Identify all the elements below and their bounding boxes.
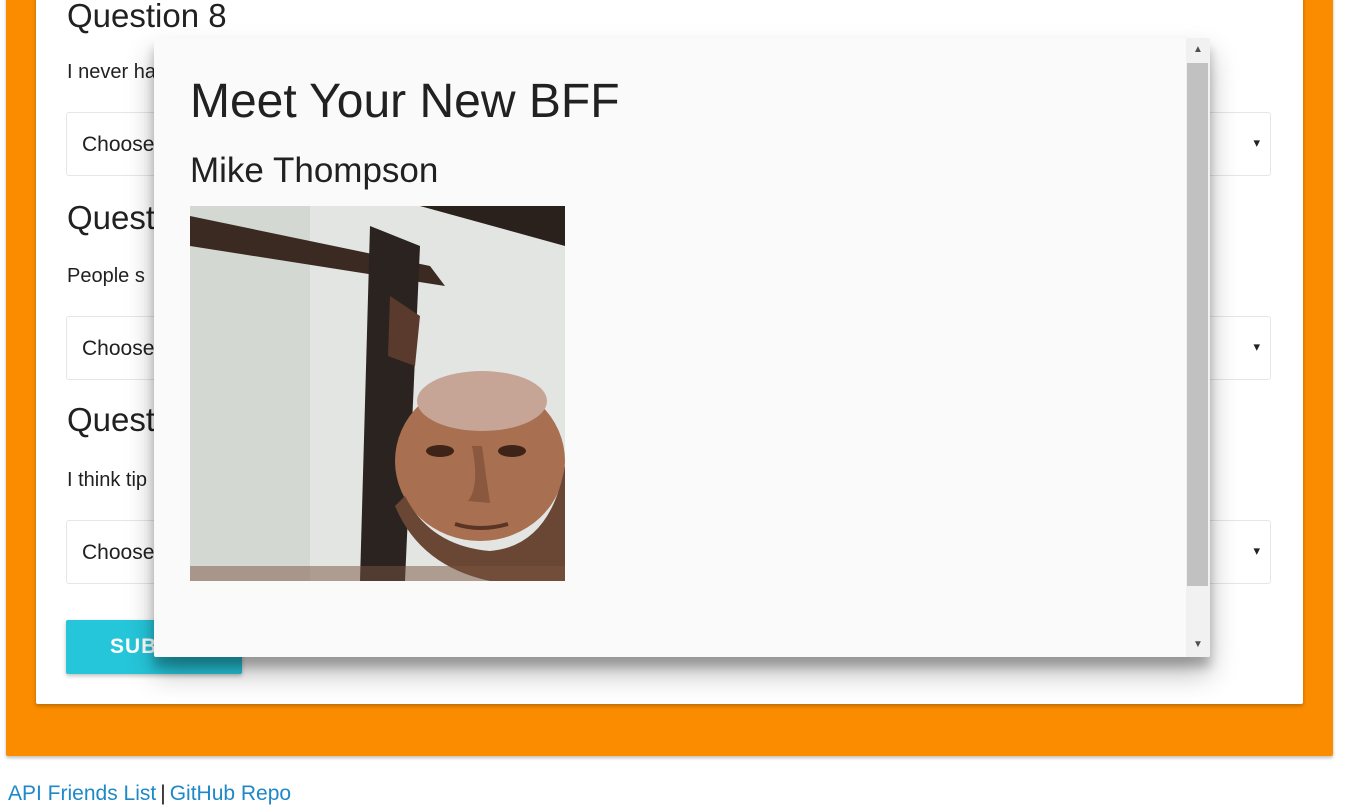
chevron-down-icon: ▾ — [1253, 339, 1260, 354]
api-friends-list-link[interactable]: API Friends List — [8, 782, 156, 805]
modal-scrollbar[interactable]: ▲ ▼ — [1186, 38, 1210, 657]
scroll-up-arrow-icon[interactable]: ▲ — [1186, 40, 1210, 60]
question-9-select-value: Choose — [82, 337, 155, 360]
question-9-text: People s — [67, 265, 145, 287]
friend-name: Mike Thompson — [190, 151, 439, 190]
scroll-down-arrow-icon[interactable]: ▼ — [1186, 635, 1210, 655]
footer-separator: | — [160, 782, 166, 805]
question-8-title: Question 8 — [67, 0, 227, 34]
chevron-down-icon: ▾ — [1253, 135, 1260, 150]
question-10-text: I think tip — [67, 469, 148, 491]
scroll-thumb[interactable] — [1187, 63, 1208, 586]
question-10-select-value: Choose — [82, 541, 155, 564]
question-8-select-value: Choose — [82, 133, 155, 156]
friend-photo — [190, 206, 565, 581]
question-9-title: Quest — [67, 199, 156, 236]
modal-title: Meet Your New BFF — [190, 75, 620, 128]
question-8-text: I never ha — [67, 61, 156, 83]
match-modal: Meet Your New BFF Mike Thompson ▲ ▼ — [154, 38, 1210, 657]
chevron-down-icon: ▾ — [1253, 543, 1260, 558]
person-photo-icon — [190, 206, 565, 581]
footer-links: API Friends List | GitHub Repo — [8, 782, 291, 806]
question-10-title: Quest — [67, 401, 156, 438]
github-repo-link[interactable]: GitHub Repo — [170, 782, 291, 805]
